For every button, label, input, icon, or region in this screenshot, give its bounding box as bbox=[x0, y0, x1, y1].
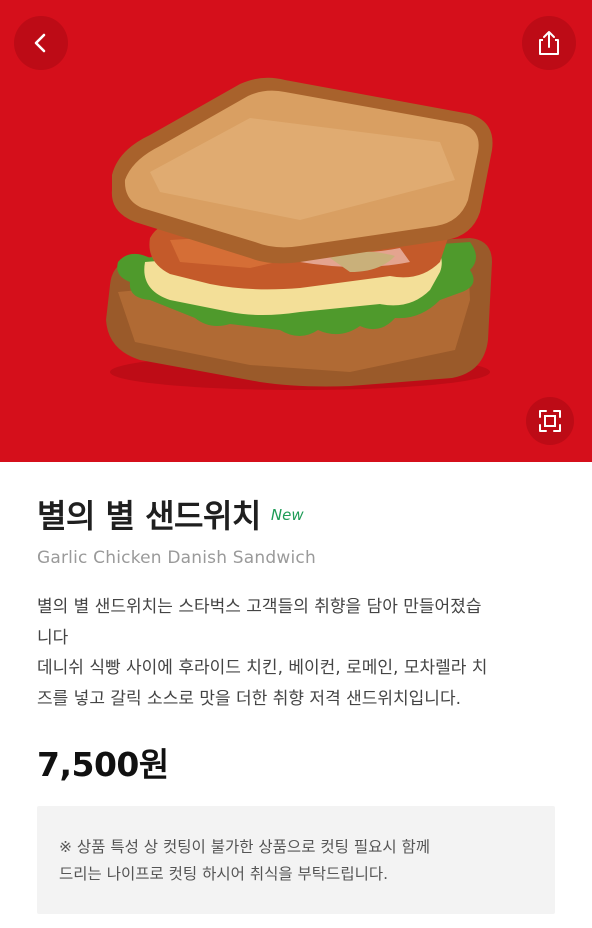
product-description: 별의 별 샌드위치는 스타벅스 고객들의 취향을 담아 만들어졌습 니다 데니쉬… bbox=[37, 592, 557, 714]
sandwich-photo bbox=[0, 0, 592, 462]
notice-line: ※ 상품 특성 상 컷팅이 불가한 상품으로 컷팅 필요시 함께 bbox=[59, 838, 431, 856]
fullscreen-button[interactable] bbox=[526, 397, 574, 445]
product-detail: 별의 별 샌드위치 New Garlic Chicken Danish Sand… bbox=[0, 462, 592, 928]
product-name: 별의 별 샌드위치 bbox=[37, 497, 261, 535]
title-row: 별의 별 샌드위치 New bbox=[37, 496, 304, 536]
product-hero-image bbox=[0, 0, 592, 462]
share-button[interactable] bbox=[522, 16, 576, 70]
fullscreen-icon bbox=[539, 410, 561, 432]
back-button[interactable] bbox=[14, 16, 68, 70]
product-price: 7,500원 bbox=[37, 745, 169, 784]
share-icon bbox=[539, 31, 559, 55]
cutting-notice: ※ 상품 특성 상 컷팅이 불가한 상품으로 컷팅 필요시 함께 드리는 나이프… bbox=[37, 806, 555, 914]
description-line: 니다 bbox=[37, 627, 69, 648]
notice-line: 드리는 나이프로 컷팅 하시어 취식을 부탁드립니다. bbox=[59, 865, 389, 883]
product-english-name: Garlic Chicken Danish Sandwich bbox=[37, 548, 316, 568]
description-line: 별의 별 샌드위치는 스타벅스 고객들의 취향을 담아 만들어졌습 bbox=[37, 597, 482, 617]
description-line: 즈를 넣고 갈릭 소스로 맛을 더한 취향 저격 샌드위치입니다. bbox=[37, 688, 461, 709]
chevron-left-icon bbox=[34, 33, 46, 53]
new-badge: New bbox=[270, 506, 304, 524]
description-line: 데니쉬 식빵 사이에 후라이드 치킨, 베이컨, 로메인, 모차렐라 치 bbox=[37, 658, 488, 678]
